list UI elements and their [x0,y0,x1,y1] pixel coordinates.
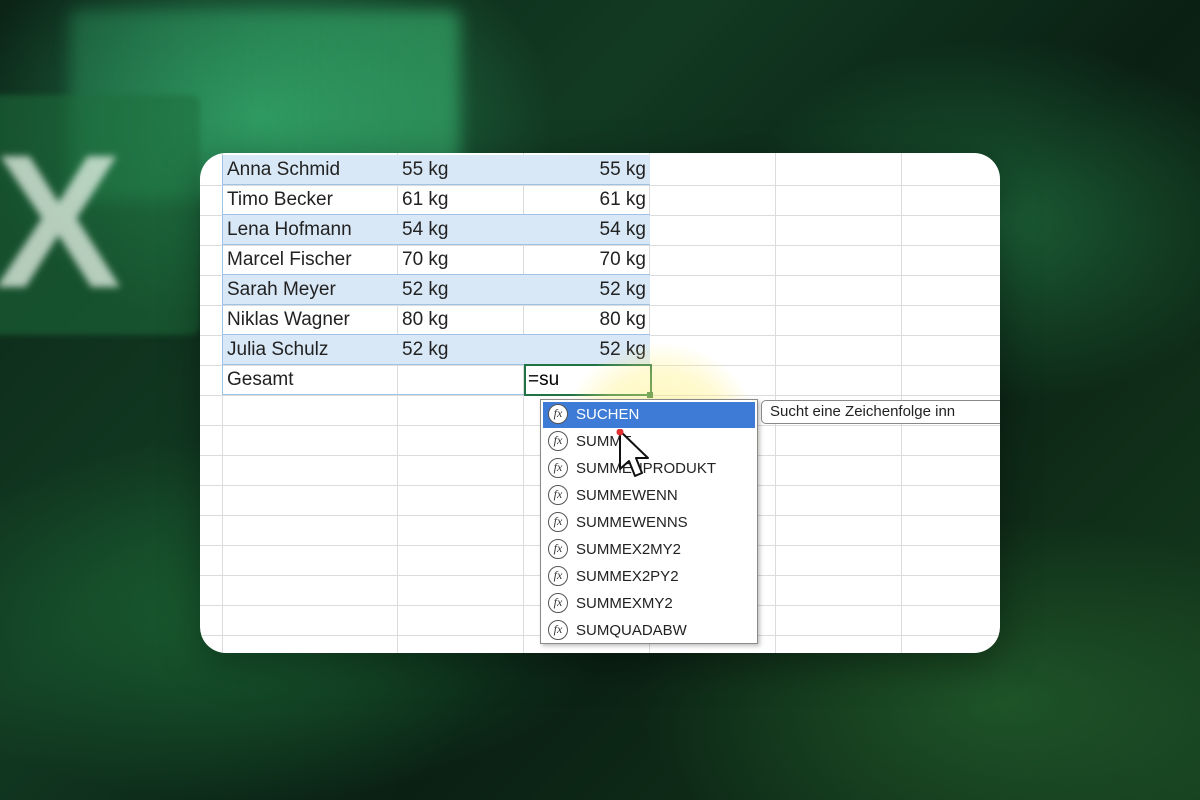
function-icon: fx [548,566,568,586]
autocomplete-item[interactable]: fx SUMMEX2MY2 [543,537,755,563]
value-cell[interactable]: 55 kg [524,155,650,185]
function-icon: fx [548,485,568,505]
weight-cell[interactable]: 61 kg [398,185,524,215]
name-cell[interactable]: Lena Hofmann [223,215,398,245]
excel-logo-letter: X [0,116,122,328]
value-cell[interactable]: 52 kg [524,335,650,365]
name-cell[interactable]: Anna Schmid [223,155,398,185]
value-cell[interactable]: 61 kg [524,185,650,215]
autocomplete-item[interactable]: fx SUCHEN [543,402,755,428]
autocomplete-item[interactable]: fx SUMMEWENN [543,483,755,509]
formula-edit-cell[interactable]: =su [524,364,652,396]
mouse-cursor-icon [616,429,649,477]
table-border [222,155,223,395]
weight-cell[interactable]: 55 kg [398,155,524,185]
function-icon: fx [548,620,568,640]
function-icon: fx [548,593,568,613]
empty-cell[interactable] [398,365,524,395]
excel-logo-icon: X [0,95,200,335]
autocomplete-item-label: SUMMEWENNS [576,514,688,531]
autocomplete-item[interactable]: fx SUMMEX2PY2 [543,564,755,590]
function-icon: fx [548,458,568,478]
weight-cell[interactable]: 54 kg [398,215,524,245]
autocomplete-item[interactable]: fx SUMMEXMY2 [543,591,755,617]
function-tooltip: Sucht eine Zeichenfolge inn [761,400,1000,424]
name-cell[interactable]: Marcel Fischer [223,245,398,275]
total-label-cell[interactable]: Gesamt [223,365,398,395]
function-icon: fx [548,512,568,532]
weight-cell[interactable]: 52 kg [398,335,524,365]
fill-handle[interactable] [647,392,653,398]
function-icon: fx [548,539,568,559]
value-cell[interactable]: 70 kg [524,245,650,275]
autocomplete-item-label: SUMMEWENN [576,487,678,504]
spreadsheet-card: Anna Schmid 55 kg 55 kg Timo Becker 61 k… [200,153,1000,653]
function-icon: fx [548,404,568,424]
autocomplete-item-label: SUMQUADABW [576,622,687,639]
value-cell[interactable]: 80 kg [524,305,650,335]
name-cell[interactable]: Niklas Wagner [223,305,398,335]
name-cell[interactable]: Julia Schulz [223,335,398,365]
function-icon: fx [548,431,568,451]
autocomplete-item[interactable]: fx SUMMEWENNS [543,510,755,536]
name-cell[interactable]: Sarah Meyer [223,275,398,305]
autocomplete-item[interactable]: fx SUMQUADABW [543,618,755,644]
value-cell[interactable]: 54 kg [524,215,650,245]
autocomplete-item-label: SUMMEXMY2 [576,595,673,612]
autocomplete-item-label: SUMMEX2PY2 [576,568,679,585]
autocomplete-item-label: SUMMEX2MY2 [576,541,682,558]
weight-cell[interactable]: 80 kg [398,305,524,335]
weight-cell[interactable]: 70 kg [398,245,524,275]
autocomplete-item-label: SUCHEN [576,406,640,423]
value-cell[interactable]: 52 kg [524,275,650,305]
name-cell[interactable]: Timo Becker [223,185,398,215]
weight-cell[interactable]: 52 kg [398,275,524,305]
